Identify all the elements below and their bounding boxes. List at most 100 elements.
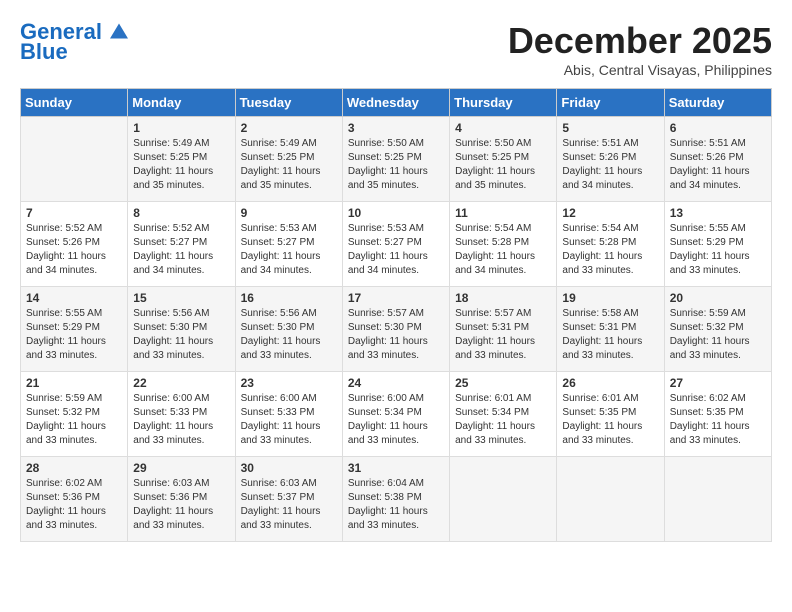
day-number: 18 [455,291,551,305]
calendar-cell: 30 Sunrise: 6:03 AMSunset: 5:37 PMDayligh… [235,457,342,542]
day-header-saturday: Saturday [664,89,771,117]
cell-info: Sunrise: 5:51 AMSunset: 5:26 PMDaylight:… [562,137,658,193]
week-row-4: 21 Sunrise: 5:59 AMSunset: 5:32 PMDayligh… [21,372,772,457]
day-header-monday: Monday [128,89,235,117]
calendar-cell: 7Sunrise: 5:52 AMSunset: 5:26 PMDaylight… [21,202,128,287]
day-number: 30 [241,461,337,475]
logo-icon [110,22,128,40]
location: Abis, Central Visayas, Philippines [508,62,772,78]
cell-info: Sunrise: 5:59 AMSunset: 5:32 PMDaylight:… [26,392,122,448]
calendar-cell: 28 Sunrise: 6:02 AMSunset: 5:36 PMDayligh… [21,457,128,542]
calendar-cell: 22Sunrise: 6:00 AMSunset: 5:33 PMDayligh… [128,372,235,457]
calendar-cell [557,457,664,542]
calendar-cell: 8Sunrise: 5:52 AMSunset: 5:27 PMDaylight… [128,202,235,287]
cell-info: Sunrise: 6:01 AMSunset: 5:34 PMDaylight:… [455,392,551,448]
calendar-cell: 25 Sunrise: 6:01 AMSunset: 5:34 PMDayligh… [450,372,557,457]
day-number: 15 [133,291,229,305]
cell-info: Sunrise: 5:51 AMSunset: 5:26 PMDaylight:… [670,137,766,193]
day-number: 20 [670,291,766,305]
cell-info: Sunrise: 5:53 AMSunset: 5:27 PMDaylight:… [348,222,444,278]
day-number: 25 [455,376,551,390]
day-number: 9 [241,206,337,220]
day-number: 12 [562,206,658,220]
day-number: 2 [241,121,337,135]
page-header: General Blue December 2025 Abis, Central… [20,20,772,78]
day-number: 6 [670,121,766,135]
calendar-cell: 4 Sunrise: 5:50 AMSunset: 5:25 PMDaylight… [450,117,557,202]
day-number: 13 [670,206,766,220]
calendar-cell: 5 Sunrise: 5:51 AMSunset: 5:26 PMDaylight… [557,117,664,202]
header-row: SundayMondayTuesdayWednesdayThursdayFrid… [21,89,772,117]
day-number: 27 [670,376,766,390]
calendar-cell: 19 Sunrise: 5:58 AMSunset: 5:31 PMDayligh… [557,287,664,372]
cell-info: Sunrise: 5:50 AMSunset: 5:25 PMDaylight:… [348,137,444,193]
calendar-cell: 18 Sunrise: 5:57 AMSunset: 5:31 PMDayligh… [450,287,557,372]
cell-info: Sunrise: 6:03 AMSunset: 5:37 PMDaylight:… [241,477,337,533]
day-number: 10 [348,206,444,220]
cell-info: Sunrise: 6:00 AMSunset: 5:33 PMDaylight:… [133,392,229,448]
calendar-cell: 29 Sunrise: 6:03 AMSunset: 5:36 PMDayligh… [128,457,235,542]
calendar-cell: 12 Sunrise: 5:54 AMSunset: 5:28 PMDayligh… [557,202,664,287]
day-number: 29 [133,461,229,475]
calendar-cell: 9 Sunrise: 5:53 AMSunset: 5:27 PMDaylight… [235,202,342,287]
calendar-cell: 2 Sunrise: 5:49 AMSunset: 5:25 PMDaylight… [235,117,342,202]
day-number: 24 [348,376,444,390]
calendar-cell: 26Sunrise: 6:01 AMSunset: 5:35 PMDayligh… [557,372,664,457]
cell-info: Sunrise: 5:58 AMSunset: 5:31 PMDaylight:… [562,307,658,363]
day-number: 4 [455,121,551,135]
calendar-cell: 17 Sunrise: 5:57 AMSunset: 5:30 PMDayligh… [342,287,449,372]
day-number: 23 [241,376,337,390]
cell-info: Sunrise: 5:55 AMSunset: 5:29 PMDaylight:… [670,222,766,278]
day-number: 16 [241,291,337,305]
cell-info: Sunrise: 5:49 AMSunset: 5:25 PMDaylight:… [241,137,337,193]
day-number: 1 [133,121,229,135]
day-number: 19 [562,291,658,305]
calendar-cell: 1 Sunrise: 5:49 AMSunset: 5:25 PMDaylight… [128,117,235,202]
day-number: 7 [26,206,122,220]
day-number: 14 [26,291,122,305]
cell-info: Sunrise: 6:02 AMSunset: 5:35 PMDaylight:… [670,392,766,448]
cell-info: Sunrise: 5:54 AMSunset: 5:28 PMDaylight:… [455,222,551,278]
calendar-cell: 24Sunrise: 6:00 AMSunset: 5:34 PMDayligh… [342,372,449,457]
calendar-cell [450,457,557,542]
calendar-cell: 6 Sunrise: 5:51 AMSunset: 5:26 PMDaylight… [664,117,771,202]
cell-info: Sunrise: 6:04 AMSunset: 5:38 PMDaylight:… [348,477,444,533]
day-number: 28 [26,461,122,475]
cell-info: Sunrise: 5:56 AMSunset: 5:30 PMDaylight:… [133,307,229,363]
cell-info: Sunrise: 6:02 AMSunset: 5:36 PMDaylight:… [26,477,122,533]
day-number: 8 [133,206,229,220]
calendar-cell: 15 Sunrise: 5:56 AMSunset: 5:30 PMDayligh… [128,287,235,372]
calendar-cell: 10 Sunrise: 5:53 AMSunset: 5:27 PMDayligh… [342,202,449,287]
cell-info: Sunrise: 5:59 AMSunset: 5:32 PMDaylight:… [670,307,766,363]
calendar-cell: 21 Sunrise: 5:59 AMSunset: 5:32 PMDayligh… [21,372,128,457]
calendar-cell [21,117,128,202]
day-number: 5 [562,121,658,135]
cell-info: Sunrise: 5:57 AMSunset: 5:30 PMDaylight:… [348,307,444,363]
week-row-2: 7Sunrise: 5:52 AMSunset: 5:26 PMDaylight… [21,202,772,287]
month-title: December 2025 [508,20,772,62]
day-number: 31 [348,461,444,475]
calendar-cell: 31 Sunrise: 6:04 AMSunset: 5:38 PMDayligh… [342,457,449,542]
day-number: 21 [26,376,122,390]
day-header-sunday: Sunday [21,89,128,117]
cell-info: Sunrise: 5:54 AMSunset: 5:28 PMDaylight:… [562,222,658,278]
logo: General Blue [20,20,128,64]
cell-info: Sunrise: 5:57 AMSunset: 5:31 PMDaylight:… [455,307,551,363]
week-row-5: 28 Sunrise: 6:02 AMSunset: 5:36 PMDayligh… [21,457,772,542]
title-block: December 2025 Abis, Central Visayas, Phi… [508,20,772,78]
day-number: 17 [348,291,444,305]
calendar-cell: 13 Sunrise: 5:55 AMSunset: 5:29 PMDayligh… [664,202,771,287]
day-header-tuesday: Tuesday [235,89,342,117]
cell-info: Sunrise: 6:01 AMSunset: 5:35 PMDaylight:… [562,392,658,448]
day-number: 3 [348,121,444,135]
cell-info: Sunrise: 5:49 AMSunset: 5:25 PMDaylight:… [133,137,229,193]
cell-info: Sunrise: 5:50 AMSunset: 5:25 PMDaylight:… [455,137,551,193]
day-header-friday: Friday [557,89,664,117]
cell-info: Sunrise: 6:03 AMSunset: 5:36 PMDaylight:… [133,477,229,533]
calendar-cell: 23 Sunrise: 6:00 AMSunset: 5:33 PMDayligh… [235,372,342,457]
calendar-cell: 20 Sunrise: 5:59 AMSunset: 5:32 PMDayligh… [664,287,771,372]
cell-info: Sunrise: 5:53 AMSunset: 5:27 PMDaylight:… [241,222,337,278]
day-number: 11 [455,206,551,220]
calendar-cell: 14Sunrise: 5:55 AMSunset: 5:29 PMDayligh… [21,287,128,372]
cell-info: Sunrise: 6:00 AMSunset: 5:33 PMDaylight:… [241,392,337,448]
